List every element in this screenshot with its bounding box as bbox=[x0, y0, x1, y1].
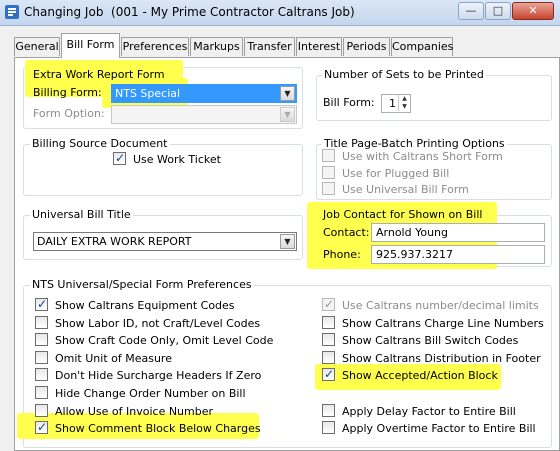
allow-use-of-invoice-number-checkbox[interactable] bbox=[35, 404, 48, 417]
spin-down-icon[interactable]: ▼ bbox=[398, 103, 410, 111]
apply-delay-factor-to-entire-bill-checkbox[interactable] bbox=[322, 404, 335, 417]
show-comment-block-below-charges-checkbox[interactable]: ✓ bbox=[35, 420, 48, 434]
minimize-icon: — bbox=[465, 4, 477, 17]
omit-unit-of-measure-label: Omit Unit of Measure bbox=[55, 352, 172, 365]
show-caltrans-equipment-codes-label: Show Caltrans Equipment Codes bbox=[55, 299, 235, 312]
plugged-bill-label: Use for Plugged Bill bbox=[342, 167, 450, 180]
checkmark-icon: ✓ bbox=[37, 297, 48, 311]
hide-change-order-number-on-bill-checkbox[interactable] bbox=[35, 386, 48, 399]
chevron-down-icon[interactable]: ▼ bbox=[280, 107, 295, 122]
use-caltrans-number-decimal-limits-label: Use Caltrans number/decimal limits bbox=[342, 299, 539, 312]
apply-overtime-factor-to-entire-bill-label: Apply Overtime Factor to Entire Bill bbox=[342, 422, 536, 435]
app-icon bbox=[5, 5, 19, 19]
plugged-bill-checkbox[interactable] bbox=[322, 166, 335, 179]
sets-title: Number of Sets to be Printed bbox=[322, 68, 486, 81]
checkmark-icon: ✓ bbox=[37, 420, 48, 434]
preferences-title: NTS Universal/Special Form Preferences bbox=[30, 278, 254, 291]
caltrans-short-form-checkbox[interactable] bbox=[322, 149, 335, 162]
spin-up-icon[interactable]: ▲ bbox=[398, 95, 410, 103]
extra-work-title: Extra Work Report Form bbox=[33, 68, 165, 81]
tab-general[interactable]: General bbox=[14, 37, 60, 56]
caltrans-short-form-label: Use with Caltrans Short Form bbox=[342, 150, 503, 163]
show-caltrans-distribution-in-footer-checkbox[interactable] bbox=[322, 351, 335, 364]
show-caltrans-charge-line-numbers-checkbox[interactable] bbox=[322, 316, 335, 329]
tab-preferences[interactable]: Preferences bbox=[121, 37, 189, 56]
form-option-label: Form Option: bbox=[33, 107, 105, 120]
chevron-down-icon[interactable]: ▼ bbox=[280, 86, 295, 101]
show-caltrans-bill-switch-codes-label: Show Caltrans Bill Switch Codes bbox=[342, 334, 519, 347]
show-labor-id-not-craft-level-codes-checkbox[interactable] bbox=[35, 316, 48, 329]
window-title: Changing Job (001 - My Prime Contractor … bbox=[24, 5, 355, 19]
show-craft-code-only-omit-level-code-checkbox[interactable] bbox=[35, 333, 48, 346]
phone-input[interactable]: 925.937.3217 bbox=[371, 245, 545, 264]
apply-overtime-factor-to-entire-bill-checkbox[interactable] bbox=[322, 421, 335, 434]
universal-bill-form-checkbox[interactable] bbox=[322, 182, 335, 195]
show-caltrans-distribution-in-footer-label: Show Caltrans Distribution in Footer bbox=[342, 352, 541, 365]
show-caltrans-bill-switch-codes-checkbox[interactable] bbox=[322, 333, 335, 346]
omit-unit-of-measure-checkbox[interactable] bbox=[35, 351, 48, 364]
bill-form-panel: Extra Work Report Form Billing Form: NTS… bbox=[14, 57, 560, 451]
tab-companies[interactable]: Companies bbox=[391, 37, 453, 56]
contact-input[interactable]: Arnold Young bbox=[371, 223, 545, 242]
title-bar: Changing Job (001 - My Prime Contractor … bbox=[0, 0, 560, 26]
universal-title-value: DAILY EXTRA WORK REPORT bbox=[37, 235, 192, 248]
billing-source-group bbox=[23, 144, 303, 196]
show-accepted-action-block-checkbox[interactable]: ✓ bbox=[322, 367, 335, 381]
billing-form-value: NTS Special bbox=[115, 87, 181, 100]
title-page-title: Title Page-Batch Printing Options bbox=[322, 137, 507, 150]
use-work-ticket-label: Use Work Ticket bbox=[133, 153, 221, 166]
phone-label: Phone: bbox=[323, 248, 361, 261]
job-contact-title: Job Contact for Shown on Bill bbox=[323, 208, 483, 221]
show-caltrans-charge-line-numbers-label: Show Caltrans Charge Line Numbers bbox=[342, 317, 544, 330]
don-t-hide-surcharge-headers-if-zero-label: Don't Hide Surcharge Headers If Zero bbox=[55, 369, 262, 382]
show-accepted-action-block-label: Show Accepted/Action Block bbox=[342, 369, 498, 382]
maximize-icon: □ bbox=[492, 4, 504, 17]
tab-periods[interactable]: Periods bbox=[343, 37, 390, 56]
use-caltrans-number-decimal-limits-checkbox[interactable]: ✓ bbox=[322, 297, 335, 311]
sets-quantity-value: 1 bbox=[389, 97, 396, 110]
close-icon: ✕ bbox=[528, 4, 538, 17]
checkmark-icon: ✓ bbox=[324, 297, 335, 311]
universal-title-select[interactable]: DAILY EXTRA WORK REPORT ▼ bbox=[33, 232, 297, 251]
form-option-select[interactable]: ▼ bbox=[111, 105, 297, 124]
billing-form-select[interactable]: NTS Special ▼ bbox=[111, 84, 297, 103]
sets-bill-form-label: Bill Form: bbox=[323, 96, 375, 109]
checkmark-icon: ✓ bbox=[324, 367, 335, 381]
contact-value: Arnold Young bbox=[376, 226, 449, 239]
sets-quantity-stepper[interactable]: 1 ▲ ▼ bbox=[381, 94, 411, 113]
show-caltrans-equipment-codes-checkbox[interactable]: ✓ bbox=[35, 297, 48, 311]
close-button[interactable]: ✕ bbox=[512, 2, 554, 20]
maximize-button[interactable]: □ bbox=[485, 2, 511, 20]
minimize-button[interactable]: — bbox=[458, 2, 484, 20]
contact-label: Contact: bbox=[323, 226, 370, 239]
tab-interest[interactable]: Interest bbox=[296, 37, 342, 56]
apply-delay-factor-to-entire-bill-label: Apply Delay Factor to Entire Bill bbox=[342, 405, 516, 418]
chevron-down-icon[interactable]: ▼ bbox=[280, 234, 295, 249]
don-t-hide-surcharge-headers-if-zero-checkbox[interactable] bbox=[35, 368, 48, 381]
show-craft-code-only-omit-level-code-label: Show Craft Code Only, Omit Level Code bbox=[55, 334, 274, 347]
billing-source-title: Billing Source Document bbox=[30, 137, 170, 150]
tab-markups[interactable]: Markups bbox=[190, 37, 243, 56]
show-labor-id-not-craft-level-codes-label: Show Labor ID, not Craft/Level Codes bbox=[55, 317, 261, 330]
use-work-ticket-checkbox[interactable]: ✓ bbox=[113, 151, 126, 165]
tab-transfer[interactable]: Transfer bbox=[244, 37, 295, 56]
phone-value: 925.937.3217 bbox=[376, 248, 453, 261]
billing-form-label: Billing Form: bbox=[33, 86, 102, 99]
checkmark-icon: ✓ bbox=[115, 151, 126, 165]
universal-bill-form-label: Use Universal Bill Form bbox=[342, 183, 469, 196]
tab-bill-form[interactable]: Bill Form bbox=[61, 33, 120, 58]
hide-change-order-number-on-bill-label: Hide Change Order Number on Bill bbox=[55, 387, 246, 400]
allow-use-of-invoice-number-label: Allow Use of Invoice Number bbox=[55, 405, 214, 418]
show-comment-block-below-charges-label: Show Comment Block Below Charges bbox=[55, 422, 261, 435]
universal-title-title: Universal Bill Title bbox=[30, 208, 133, 221]
